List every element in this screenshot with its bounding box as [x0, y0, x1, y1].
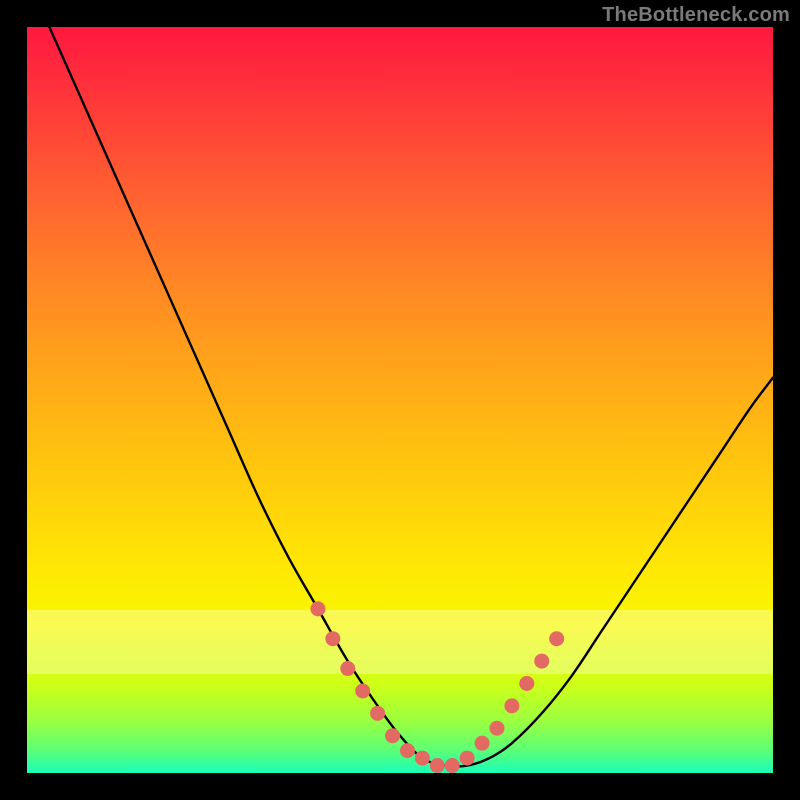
marker-dot: [475, 736, 490, 751]
chart-stage: TheBottleneck.com: [0, 0, 800, 800]
marker-dot: [310, 601, 325, 616]
curve-markers: [310, 601, 564, 773]
marker-dot: [489, 721, 504, 736]
marker-dot: [504, 698, 519, 713]
marker-dot: [340, 661, 355, 676]
chart-svg: [27, 27, 773, 773]
marker-dot: [385, 728, 400, 743]
marker-dot: [534, 654, 549, 669]
marker-dot: [549, 631, 564, 646]
watermark-text: TheBottleneck.com: [602, 4, 790, 27]
marker-dot: [325, 631, 340, 646]
marker-dot: [430, 758, 445, 773]
marker-dot: [445, 758, 460, 773]
bottleneck-curve: [49, 27, 773, 766]
marker-dot: [400, 743, 415, 758]
marker-dot: [355, 683, 370, 698]
marker-dot: [460, 751, 475, 766]
marker-dot: [370, 706, 385, 721]
marker-dot: [519, 676, 534, 691]
marker-dot: [415, 751, 430, 766]
